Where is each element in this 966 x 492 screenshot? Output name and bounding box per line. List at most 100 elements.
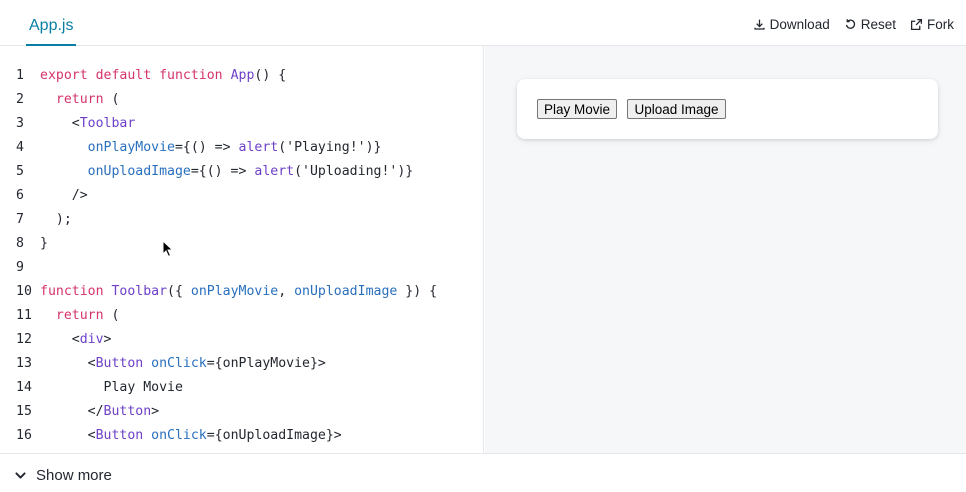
code-line: 7 ); (0, 208, 483, 232)
external-link-icon (910, 18, 923, 31)
code-line: 11 return ( (0, 304, 483, 328)
line-number: 1 (16, 68, 24, 83)
code-token: 'Uploading!' (302, 164, 398, 179)
code-token: < (40, 356, 96, 371)
code-token: onClick (151, 428, 207, 443)
code-line: 16 <Button onClick={onUploadImage}> (0, 424, 483, 448)
code-token: , (278, 284, 295, 299)
code-token: ); (40, 212, 72, 227)
line-number: 2 (16, 92, 24, 107)
code-token: App (230, 68, 255, 83)
code-token: < (40, 332, 80, 347)
code-text: onUploadImage={() => alert('Uploading!')… (40, 160, 414, 184)
code-line: 14 Play Movie (0, 376, 483, 400)
code-token: ( (278, 140, 287, 155)
code-token: onPlayMovie (190, 284, 279, 299)
code-line: 13 <Button onClick={onPlayMovie}> (0, 352, 483, 376)
code-token: < (40, 116, 80, 131)
code-token: > (151, 404, 160, 419)
code-token: </ (40, 404, 104, 419)
code-token: Button (103, 404, 152, 419)
reset-button[interactable]: Reset (844, 17, 896, 32)
line-number: 15 (16, 404, 32, 419)
code-token: Play Movie (40, 380, 183, 395)
sandbox-actions: Download Reset Fork (753, 17, 954, 32)
download-icon (754, 19, 765, 30)
code-token: ( (103, 92, 120, 107)
download-button[interactable]: Download (753, 17, 830, 32)
chevron-down-icon (15, 472, 26, 479)
line-number: 7 (16, 212, 24, 227)
show-more-label: Show more (36, 467, 112, 484)
code-editor[interactable]: 1 export default function App() { 2 return… (0, 46, 484, 453)
code-token: ={() => (190, 164, 255, 179)
reset-label: Reset (860, 17, 896, 32)
code-line: 15 </Button> (0, 400, 483, 424)
upload-image-button[interactable]: Upload Image (627, 99, 726, 119)
code-line: 6 /> (0, 184, 483, 208)
code-token: ( (103, 308, 120, 323)
show-more-button[interactable]: Show more (14, 467, 112, 484)
code-text: <Toolbar (40, 112, 136, 136)
code-token: )} (397, 164, 414, 179)
play-movie-button[interactable]: Play Movie (537, 99, 618, 119)
code-token: Toolbar (111, 284, 168, 299)
code-token: ={() => (174, 140, 239, 155)
code-token: }) { (397, 284, 438, 299)
code-text: ); (40, 208, 72, 232)
fork-button[interactable]: Fork (910, 17, 954, 32)
code-text: Play Movie (40, 376, 183, 400)
line-number: 11 (16, 308, 32, 323)
code-token: Button (95, 428, 144, 443)
code-line: 8} (0, 232, 483, 256)
code-token: return (55, 308, 104, 323)
line-number: 13 (16, 356, 32, 371)
line-number: 10 (16, 284, 32, 299)
line-number: 9 (16, 260, 24, 275)
code-line: 1 export default function App() { (0, 64, 483, 88)
code-line: 10 function Toolbar({ onPlayMovie, onUplo… (0, 280, 483, 304)
code-token: ({ (167, 284, 191, 299)
preview-card: Play Movie Upload Image (517, 79, 938, 139)
line-number: 5 (16, 164, 24, 179)
code-line: 9 (0, 256, 483, 280)
code-token: () { (254, 68, 287, 83)
code-token: ={onUploadImage}> (206, 428, 342, 443)
line-number: 12 (16, 332, 32, 347)
code-token: ( (294, 164, 303, 179)
code-token: onUploadImage (294, 284, 398, 299)
code-token: function (40, 284, 112, 299)
code-token: alert (254, 164, 295, 179)
code-token: < (40, 428, 96, 443)
code-text: <div> (40, 328, 112, 352)
line-number: 3 (16, 116, 24, 131)
code-text: } (40, 232, 48, 256)
line-number: 4 (16, 140, 24, 155)
code-token: export default function (40, 68, 231, 83)
code-token: onPlayMovie (87, 140, 175, 155)
code-token: /> (40, 188, 88, 203)
code-token: 'Playing!' (286, 140, 366, 155)
code-text: onPlayMovie={() => alert('Playing!')} (40, 136, 382, 160)
code-token: onUploadImage (87, 164, 191, 179)
tab-app-js[interactable]: App.js (26, 0, 77, 46)
code-text: function Toolbar({ onPlayMovie, onUpload… (40, 280, 437, 304)
code-text: <Button onClick={onPlayMovie}> (40, 352, 326, 376)
code-text: <Button onClick={onUploadImage}> (40, 424, 342, 448)
code-token: alert (238, 140, 279, 155)
line-number: 8 (16, 236, 24, 251)
code-token: )} (365, 140, 382, 155)
code-line: 4 onPlayMovie={() => alert('Playing!')} (0, 136, 483, 160)
code-token: Toolbar (79, 116, 136, 131)
code-line: 5 onUploadImage={() => alert('Uploading!… (0, 160, 483, 184)
download-label: Download (769, 17, 830, 32)
code-line: 12 <div> (0, 328, 483, 352)
code-text: return ( (40, 304, 120, 328)
code-token: ={onPlayMovie}> (206, 356, 326, 371)
